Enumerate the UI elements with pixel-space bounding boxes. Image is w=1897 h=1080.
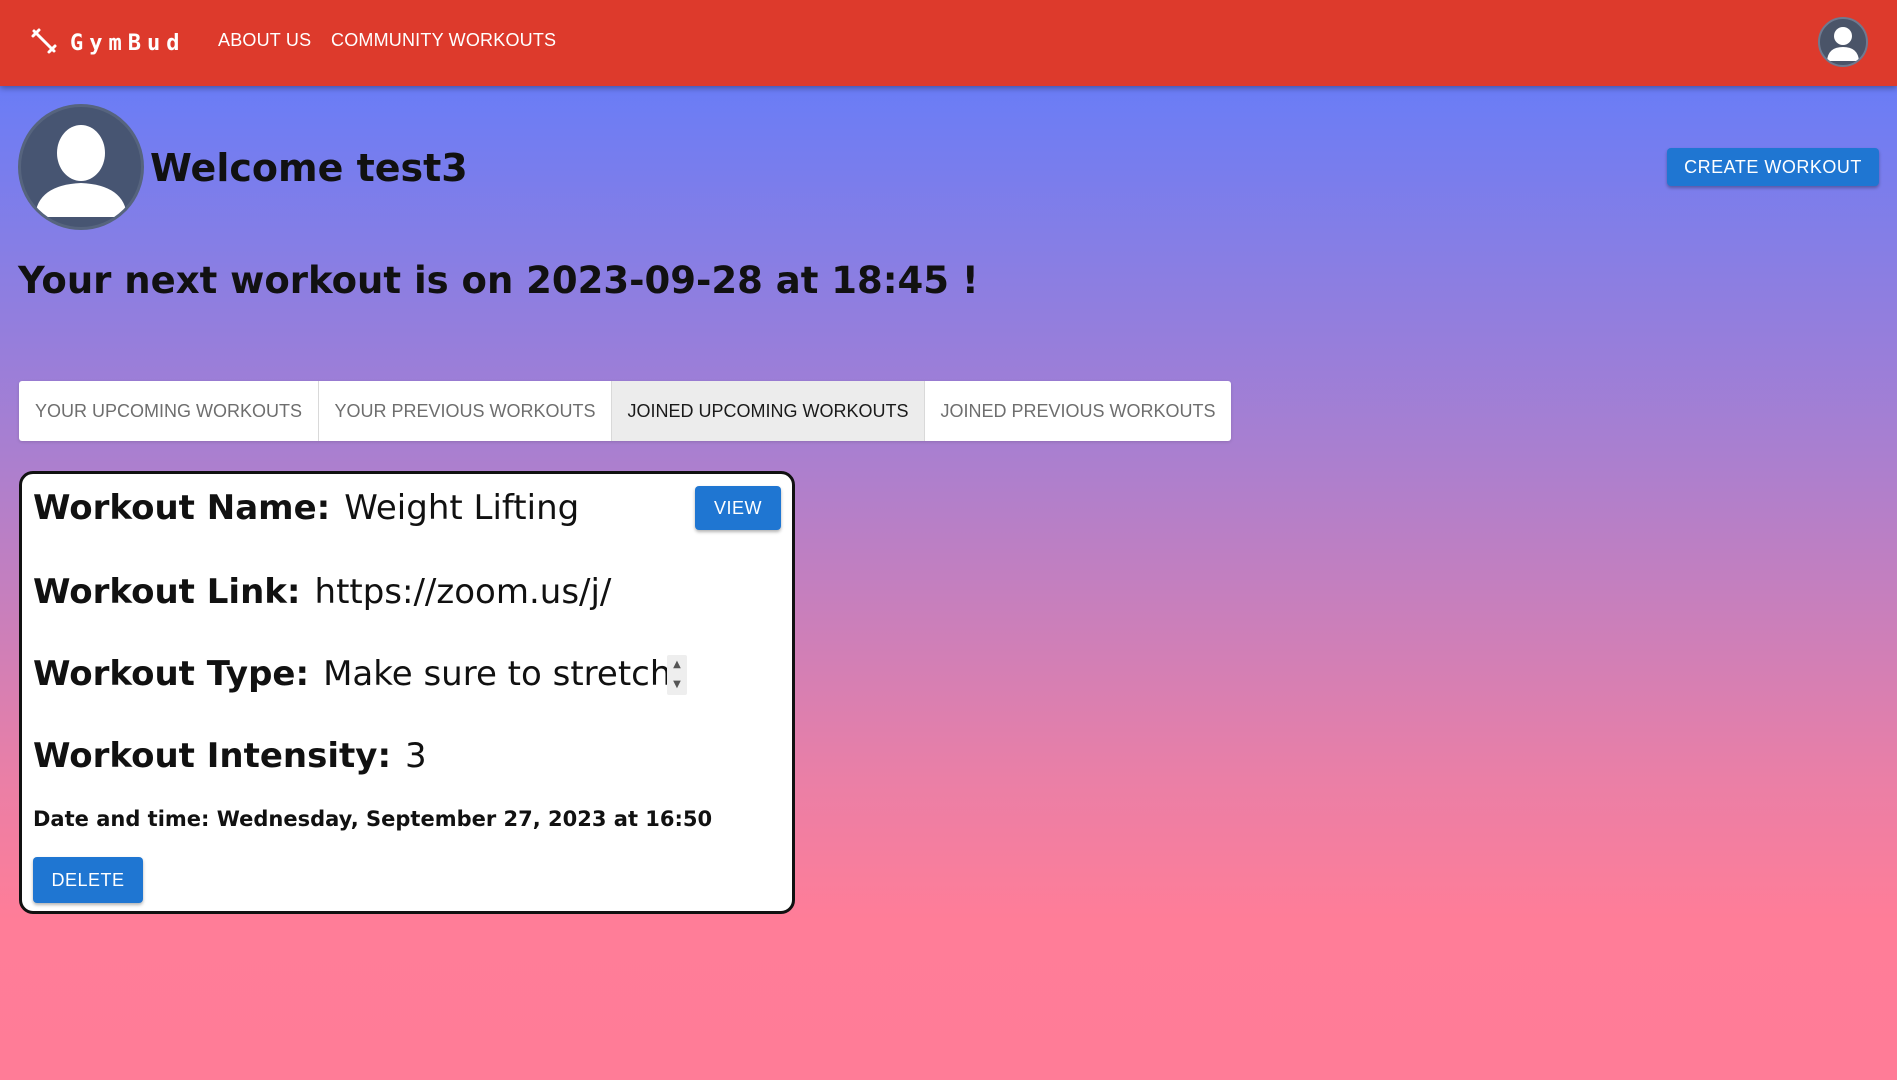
workout-datetime: Date and time: Wednesday, September 27, … (33, 807, 713, 831)
nav-link-about-us[interactable]: ABOUT US (218, 30, 311, 51)
tab-your-upcoming-workouts[interactable]: YOUR UPCOMING WORKOUTS (19, 381, 319, 441)
view-button[interactable]: VIEW (695, 486, 781, 530)
workout-card: Workout Name: Weight Lifting VIEW Workou… (19, 471, 795, 914)
workout-link-value[interactable]: https://zoom.us/j/ (315, 572, 612, 612)
workout-type-scroll-stepper[interactable]: ▲ ▼ (667, 655, 687, 695)
scroll-down-icon[interactable]: ▼ (673, 680, 681, 690)
workout-intensity-label: Workout Intensity: (33, 736, 392, 776)
create-workout-button[interactable]: CREATE WORKOUT (1667, 148, 1879, 186)
profile-avatar-icon (18, 104, 144, 230)
workout-type-value: Make sure to stretch (323, 654, 672, 694)
workout-tabs: YOUR UPCOMING WORKOUTS YOUR PREVIOUS WOR… (19, 381, 1231, 441)
tab-your-previous-workouts[interactable]: YOUR PREVIOUS WORKOUTS (319, 381, 612, 441)
workout-link-label: Workout Link: (33, 572, 301, 612)
dumbbell-icon (30, 27, 58, 59)
workout-intensity-value: 3 (405, 736, 427, 776)
workout-type-label: Workout Type: (33, 654, 310, 694)
brand-logo[interactable]: GymBud (30, 26, 185, 60)
workout-name-label: Workout Name: (33, 488, 331, 528)
delete-button[interactable]: DELETE (33, 857, 143, 903)
tab-joined-upcoming-workouts[interactable]: JOINED UPCOMING WORKOUTS (612, 381, 925, 441)
nav-link-community-workouts[interactable]: COMMUNITY WORKOUTS (331, 30, 556, 51)
tab-joined-previous-workouts[interactable]: JOINED PREVIOUS WORKOUTS (925, 381, 1231, 441)
next-workout-heading: Your next workout is on 2023-09-28 at 18… (18, 259, 979, 302)
workout-link-row: Workout Link: https://zoom.us/j/ (33, 572, 611, 612)
workout-type-row: Workout Type: Make sure to stretch (33, 654, 671, 694)
top-navbar: GymBud ABOUT US COMMUNITY WORKOUTS (0, 0, 1897, 86)
workout-name-row: Workout Name: Weight Lifting (33, 488, 579, 528)
workout-intensity-row: Workout Intensity: 3 (33, 736, 427, 776)
brand-name: GymBud (70, 30, 186, 56)
account-avatar-icon[interactable] (1818, 17, 1868, 67)
welcome-heading: Welcome test3 (150, 146, 468, 190)
workout-name-value: Weight Lifting (344, 488, 580, 528)
scroll-up-icon[interactable]: ▲ (673, 660, 681, 670)
